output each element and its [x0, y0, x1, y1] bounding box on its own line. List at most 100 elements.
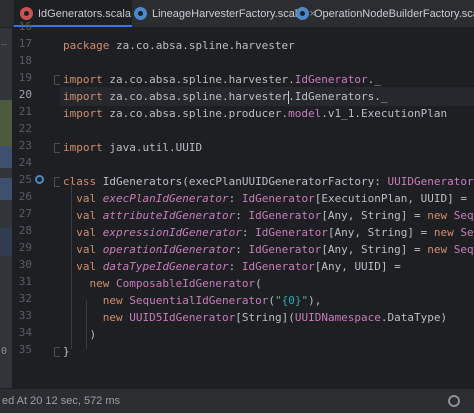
code-line: new UUID5IdGenerator[String](UUIDNamespa…: [63, 309, 447, 326]
code-token: new: [89, 277, 116, 290]
tab-lineage-harvester-factory[interactable]: LineageHarvesterFactory.scala ×: [130, 0, 316, 27]
code-token: za.co.absa.spline.harvester.: [109, 73, 295, 86]
code-line: val execPlanIdGenerator: IdGenerator[Exe…: [63, 190, 474, 207]
code-line: }: [63, 343, 70, 360]
code-token: :: [235, 243, 249, 256]
code-editor[interactable]: package za.co.absa.spline.harvester impor…: [60, 28, 474, 388]
code-token: }: [63, 345, 70, 358]
code-token: ": [274, 294, 282, 307]
code-line: val attributeIdGenerator: IdGenerator[An…: [63, 207, 474, 224]
strip-marker: [0, 178, 12, 200]
gear-icon[interactable]: [448, 395, 460, 407]
code-token: ._: [367, 73, 381, 86]
code-token: import: [63, 90, 110, 103]
tool-window-strip: _ 0: [0, 28, 12, 388]
code-token: new: [427, 243, 454, 256]
strip-marker: [0, 146, 12, 168]
line-number: 35: [18, 343, 32, 356]
line-number: 18: [18, 54, 32, 67]
line-number: 32: [18, 292, 32, 305]
code-token: val: [76, 243, 103, 256]
code-line: new ComposableIdGenerator(: [63, 275, 262, 292]
code-token: IdGenerator: [248, 209, 322, 222]
strip-fragment: 0: [1, 346, 8, 357]
code-token: SequentialIdGenerator: [129, 294, 269, 307]
editor-tab-bar: IdGenerators.scala × LineageHarvesterFac…: [0, 0, 474, 28]
code-line: val expressionIdGenerator: IdGenerator[A…: [63, 224, 474, 241]
tab-label: OperationNodeBuilderFactory.scala: [314, 7, 474, 20]
code-token: :: [228, 260, 242, 273]
tab-label: IdGenerators.scala: [38, 7, 131, 20]
code-token: import: [63, 107, 110, 120]
code-token: java.util.UUID: [109, 141, 203, 154]
code-token: ): [63, 328, 97, 341]
line-number: 34: [18, 326, 32, 339]
implemented-marker-icon[interactable]: [35, 175, 44, 184]
code-token: expressionIdGenerator: [102, 226, 242, 239]
ide-window: IdGenerators.scala × LineageHarvesterFac…: [0, 0, 474, 413]
code-token: [String](: [235, 311, 295, 324]
code-line: ): [63, 326, 96, 343]
code-line: val operationIdGenerator: IdGenerator[An…: [63, 241, 474, 258]
code-token: new: [427, 209, 454, 222]
code-token: Sequenti: [460, 226, 474, 239]
code-token: import: [63, 73, 110, 86]
code-token: class: [63, 175, 103, 188]
code-token: execPlanIdGenerator: [102, 192, 229, 205]
code-token: [Any, String] =: [321, 209, 428, 222]
code-token: val: [76, 192, 103, 205]
code-line: import za.co.absa.spline.harvester.IdGen…: [63, 88, 388, 105]
code-token: attributeIdGenerator: [102, 209, 236, 222]
code-line: val dataTypeIdGenerator: IdGenerator[Any…: [63, 258, 401, 275]
code-token: ComposableIdGenerator: [116, 277, 256, 290]
code-token: IdGenerator: [255, 226, 328, 239]
code-token: new: [102, 311, 130, 324]
code-token: operationIdGenerator: [102, 243, 236, 256]
code-token: import: [63, 141, 110, 154]
line-number: 17: [18, 37, 32, 50]
code-token: [Any, String] =: [327, 226, 434, 239]
code-token: za.co.absa.spline.harvester: [115, 39, 295, 52]
code-token: UUIDGeneratorFactory: [387, 175, 474, 188]
status-text: ed At 20 12 sec, 572 ms: [2, 395, 121, 407]
code-token: Sequentia: [453, 209, 474, 222]
line-number: 29: [18, 241, 32, 254]
line-number: 28: [18, 224, 32, 237]
scala-class-icon: [134, 7, 147, 20]
code-token: :: [235, 209, 249, 222]
code-line: import za.co.absa.spline.producer.model.…: [63, 105, 447, 122]
code-token: {0}: [281, 294, 302, 307]
code-token: IdGenerator: [248, 243, 322, 256]
scala-object-icon: [20, 7, 33, 20]
code-token: val: [76, 209, 103, 222]
scala-class-icon: [296, 7, 309, 20]
code-token: za.co.absa.spline.harvester: [109, 90, 289, 103]
code-token: :: [228, 192, 242, 205]
code-token: package: [63, 39, 116, 52]
status-bar: ed At 20 12 sec, 572 ms: [0, 388, 474, 413]
code-token: IdGenerator: [241, 260, 315, 273]
tab-label: LineageHarvesterFactory.scala: [152, 7, 304, 20]
code-line: class IdGenerators(execPlanUUIDGenerator…: [63, 173, 474, 190]
code-token: UUIDNamespace: [294, 311, 381, 324]
line-number: 26: [18, 190, 32, 203]
tab-operation-node-builder-factory[interactable]: OperationNodeBuilderFactory.scala: [292, 0, 474, 27]
code-token: model: [288, 107, 322, 120]
code-token: (: [255, 277, 262, 290]
line-number: 22: [18, 122, 32, 135]
code-line: import java.util.UUID: [63, 139, 202, 156]
line-number: 23: [18, 139, 32, 152]
strip-fragment: _: [1, 34, 8, 45]
line-number: 33: [18, 309, 32, 322]
code-token: IdGenerator: [241, 192, 315, 205]
code-token: dataTypeIdGenerator: [102, 260, 229, 273]
code-token: (: [268, 294, 275, 307]
strip-marker: [0, 228, 12, 256]
